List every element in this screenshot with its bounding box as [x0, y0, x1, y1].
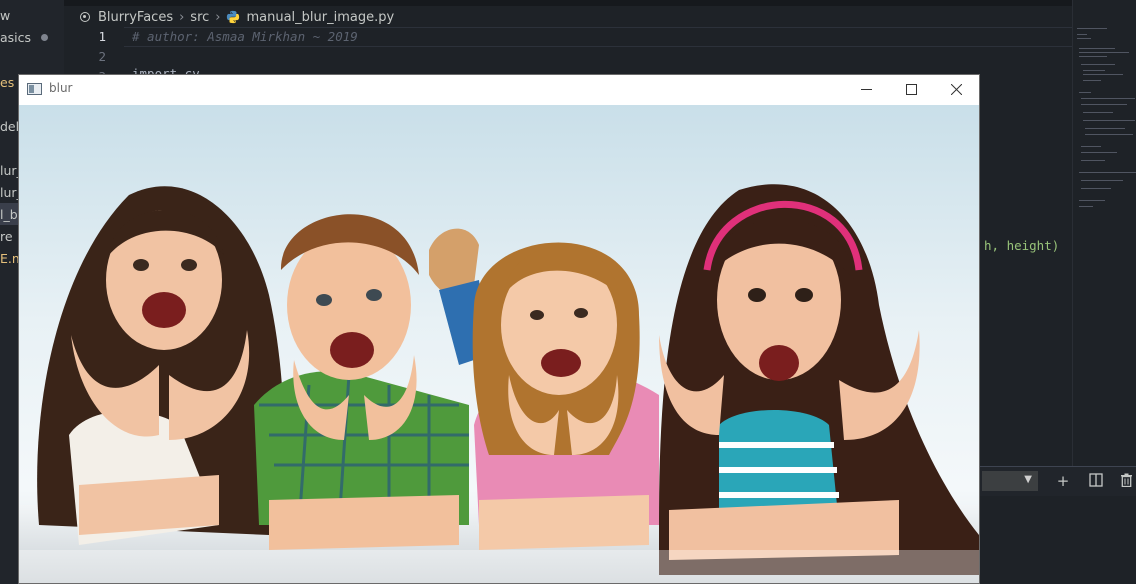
line-number: 1: [98, 29, 106, 44]
project-icon: [80, 12, 90, 22]
close-icon: [950, 84, 962, 95]
trash-icon[interactable]: [1118, 473, 1134, 489]
window-app-icon: [27, 83, 42, 95]
sidebar-item-2[interactable]: es: [0, 73, 14, 93]
plus-icon[interactable]: +: [1055, 473, 1071, 489]
chevron-right-icon: ›: [215, 9, 221, 25]
caret-down-icon: ▼: [1024, 474, 1032, 485]
window-title: blur: [49, 81, 73, 95]
chevron-right-icon: ›: [179, 9, 185, 25]
sidebar-item-7[interactable]: re: [0, 227, 13, 247]
terminal-dropdown[interactable]: ▼: [982, 471, 1038, 491]
breadcrumb: BlurryFaces › src › manual_blur_image.py: [80, 7, 394, 27]
photo-four-children: [19, 105, 979, 583]
maximize-button[interactable]: [888, 75, 934, 104]
terminal-panel[interactable]: [980, 496, 1136, 584]
minimize-icon: [860, 89, 872, 90]
python-file-icon: [227, 10, 240, 24]
window-titlebar[interactable]: blur: [19, 75, 979, 104]
sidebar-item-0[interactable]: w: [0, 6, 10, 26]
code-line-1[interactable]: # author: Asmaa Mirkhan ~ 2019: [132, 29, 358, 44]
breadcrumb-project[interactable]: BlurryFaces: [98, 10, 173, 25]
sidebar-item-1[interactable]: asics: [0, 28, 31, 48]
breadcrumb-folder[interactable]: src: [190, 10, 209, 25]
maximize-icon: [905, 84, 917, 95]
sidebar-item-3[interactable]: del: [0, 117, 19, 137]
line-number: 2: [98, 49, 106, 64]
modified-dot-icon: [41, 34, 48, 41]
close-button[interactable]: [933, 75, 979, 104]
minimize-button[interactable]: [843, 75, 889, 104]
split-icon[interactable]: [1088, 473, 1104, 489]
blur-window[interactable]: blur: [18, 74, 980, 584]
tab-strip: [64, 0, 1136, 6]
code-fragment[interactable]: h, height): [984, 238, 1059, 253]
breadcrumb-file[interactable]: manual_blur_image.py: [246, 10, 394, 25]
